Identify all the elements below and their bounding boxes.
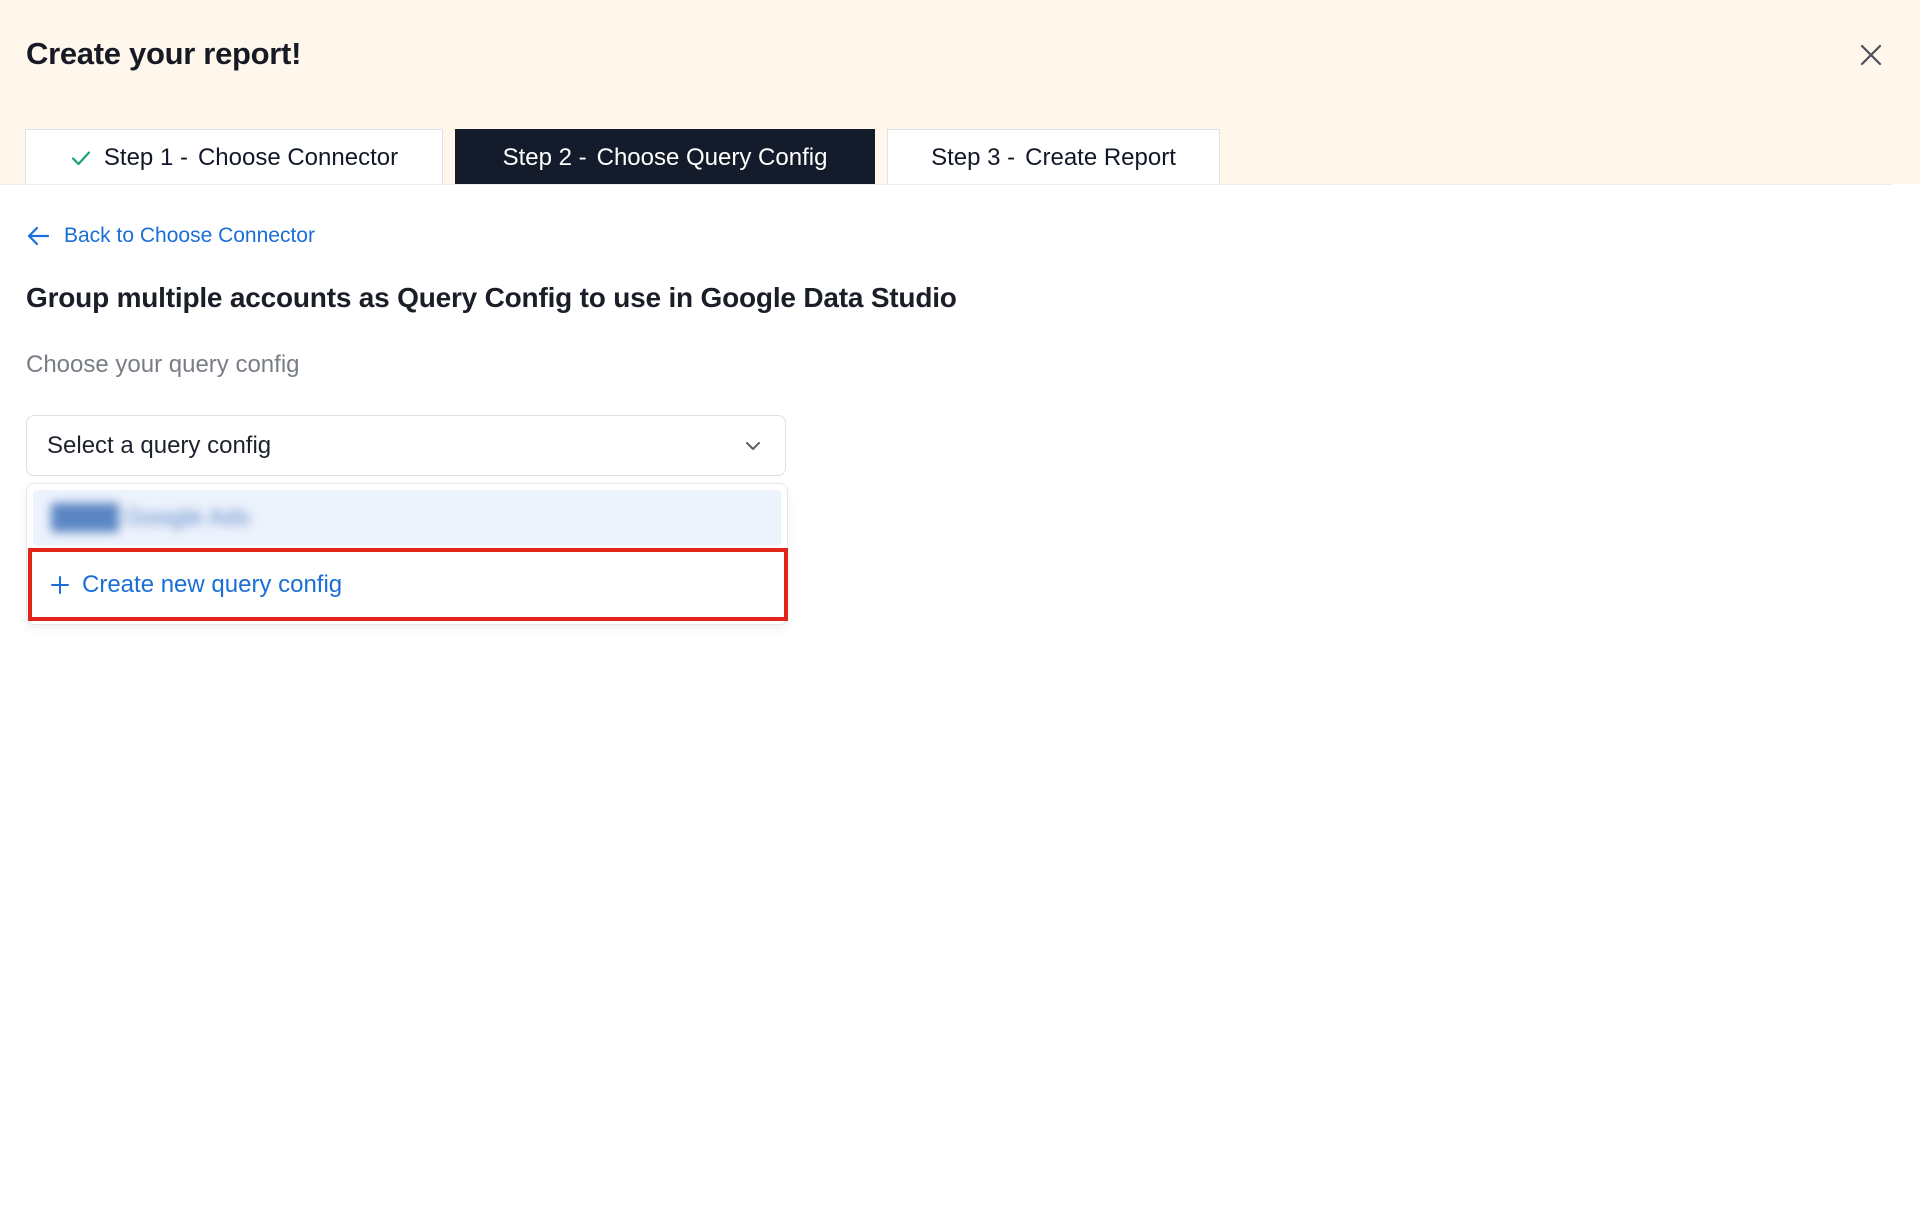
close-icon[interactable]	[1859, 43, 1883, 67]
check-icon	[70, 147, 92, 169]
tab-step-2-choose-query-config[interactable]: Step 2 - Choose Query Config	[455, 129, 875, 185]
step-number: Step 3 -	[931, 143, 1016, 171]
query-config-select[interactable]: Select a query config	[26, 415, 786, 476]
query-config-field-label: Choose your query config	[26, 351, 300, 378]
modal-header: Create your report! Step 1 - Choose Conn…	[0, 0, 1920, 185]
dropdown-option-label: ████ Google Ads	[51, 504, 250, 531]
modal-title: Create your report!	[26, 36, 302, 71]
arrow-left-icon	[26, 225, 50, 247]
step-number: Step 2 -	[502, 143, 587, 171]
header-divider	[0, 184, 1892, 185]
dropdown-option[interactable]: ████ Google Ads	[33, 490, 781, 546]
create-new-label: Create new query config	[82, 570, 343, 598]
close-button[interactable]	[1852, 36, 1890, 74]
page-heading: Group multiple accounts as Query Config …	[26, 282, 957, 313]
tab-step-1-choose-connector[interactable]: Step 1 - Choose Connector	[25, 129, 443, 185]
back-to-choose-connector-link[interactable]: Back to Choose Connector	[26, 224, 315, 248]
create-new-query-config-button[interactable]: Create new query config	[28, 548, 788, 621]
tab-step-3-create-report[interactable]: Step 3 - Create Report	[887, 129, 1220, 185]
step-name: Create Report	[1025, 143, 1176, 171]
step-name: Choose Query Config	[596, 143, 828, 171]
step-number: Step 1 -	[103, 143, 188, 171]
chevron-down-icon	[743, 436, 763, 456]
back-link-label: Back to Choose Connector	[64, 224, 315, 247]
plus-icon	[50, 575, 70, 595]
step-name: Choose Connector	[197, 143, 399, 171]
select-placeholder: Select a query config	[47, 431, 272, 459]
